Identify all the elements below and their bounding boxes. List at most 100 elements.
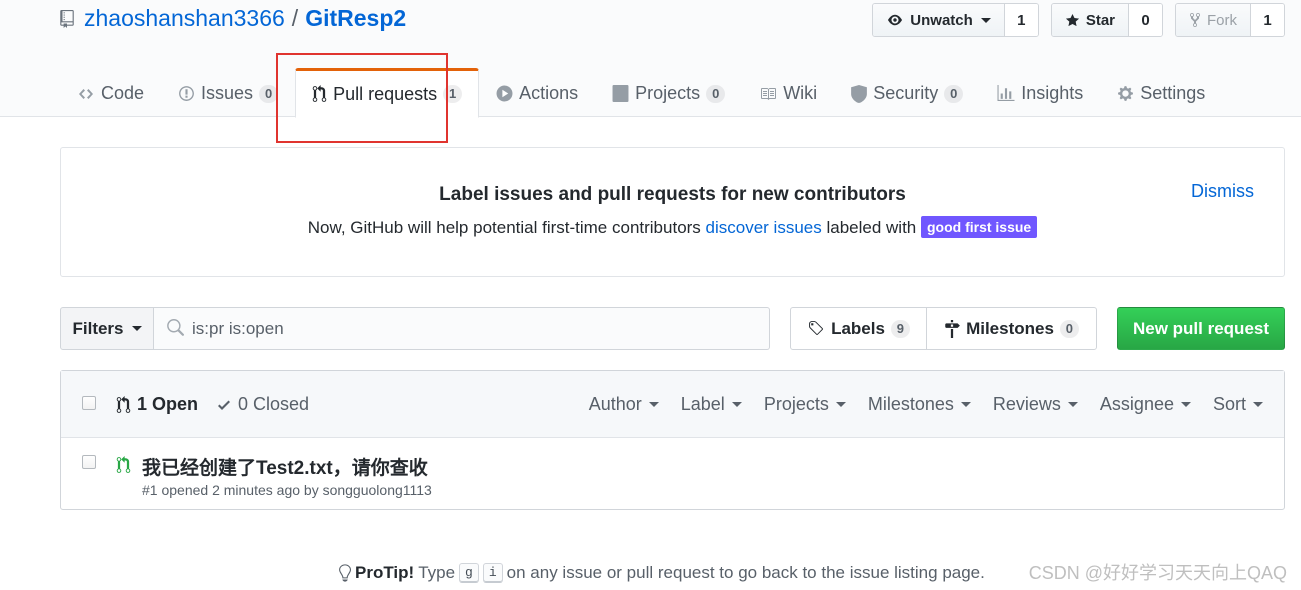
fork-label: Fork	[1207, 11, 1237, 29]
milestones-filter[interactable]: Milestones	[868, 394, 971, 415]
select-all-checkbox[interactable]	[82, 396, 96, 410]
shortcut-key-i: i	[482, 563, 503, 583]
row-checkbox[interactable]	[82, 455, 96, 469]
milestones-counter: 0	[1059, 319, 1079, 338]
pulls-counter: 1	[443, 85, 463, 103]
chevron-down-icon	[835, 402, 846, 407]
tab-actions[interactable]: Actions	[479, 68, 595, 117]
reviews-filter[interactable]: Reviews	[993, 394, 1078, 415]
pull-request-meta: #1 opened 2 minutes ago by songguolong11…	[142, 482, 432, 498]
watch-group: Unwatch 1	[872, 3, 1039, 37]
tab-issues[interactable]: Issues 0	[161, 68, 295, 117]
filters-label: Filters	[72, 318, 124, 338]
chevron-down-icon	[1067, 402, 1078, 407]
pull-request-title-link[interactable]: 我已经创建了Test2.txt，请你查收	[142, 453, 428, 480]
repo-icon	[60, 9, 74, 28]
unwatch-button[interactable]: Unwatch	[873, 4, 1005, 36]
tab-insights-label: Insights	[1021, 83, 1084, 103]
closed-count: 0 Closed	[238, 394, 310, 414]
new-pull-request-button[interactable]: New pull request	[1117, 307, 1285, 350]
tab-settings[interactable]: Settings	[1100, 68, 1222, 117]
code-icon	[79, 88, 93, 99]
search-icon	[167, 319, 184, 336]
issue-opened-icon	[179, 86, 194, 101]
tab-projects-label: Projects	[635, 83, 701, 103]
search-wrapper	[154, 307, 770, 350]
closed-filter[interactable]: 0 Closed	[216, 394, 309, 415]
labels-counter: 9	[890, 319, 910, 338]
milestones-link[interactable]: Milestones 0	[927, 308, 1096, 349]
star-label: Star	[1085, 11, 1115, 29]
assignee-filter[interactable]: Assignee	[1100, 394, 1191, 415]
sort-filter[interactable]: Sort	[1213, 394, 1263, 415]
milestone-icon	[945, 319, 960, 338]
projects-filter-label: Projects	[763, 394, 829, 414]
pull-request-list: 1 Open 0 Closed Author Label Projects Mi…	[60, 370, 1285, 510]
tab-wiki[interactable]: Wiki	[742, 68, 834, 117]
tab-security[interactable]: Security 0	[834, 68, 980, 117]
tab-issues-label: Issues	[201, 83, 254, 103]
discover-issues-link[interactable]: discover issues	[706, 218, 822, 237]
chevron-down-icon	[1180, 402, 1191, 407]
gear-icon	[1118, 86, 1134, 101]
chevron-down-icon	[648, 402, 659, 407]
banner-text-after: labeled with	[821, 218, 921, 237]
repo-header: zhaoshanshan3366 / GitResp2 Unwatch 1 St…	[0, 0, 1301, 118]
book-icon	[761, 87, 777, 100]
tab-code[interactable]: Code	[60, 68, 161, 117]
open-pull-request-icon	[116, 456, 131, 473]
filters-button[interactable]: Filters	[60, 307, 154, 350]
label-filter[interactable]: Label	[681, 394, 742, 415]
chevron-down-icon	[731, 402, 742, 407]
watchers-count[interactable]: 1	[1004, 4, 1038, 36]
banner-text-before: Now, GitHub will help potential first-ti…	[307, 218, 706, 237]
repo-name-link[interactable]: GitResp2	[305, 5, 406, 32]
star-button[interactable]: Star	[1051, 4, 1129, 36]
tab-insights[interactable]: Insights	[980, 68, 1100, 117]
repo-separator: /	[291, 5, 299, 31]
stars-count[interactable]: 0	[1129, 4, 1162, 36]
author-filter[interactable]: Author	[589, 394, 659, 415]
tab-pull-requests[interactable]: Pull requests 1	[295, 68, 480, 118]
repo-owner-link[interactable]: zhaoshanshan3366	[84, 5, 285, 32]
fork-button[interactable]: Fork	[1176, 4, 1251, 36]
contributor-banner: Label issues and pull requests for new c…	[60, 147, 1285, 277]
chevron-down-icon	[960, 402, 971, 407]
open-filter[interactable]: 1 Open	[116, 394, 198, 415]
tab-code-label: Code	[101, 83, 145, 103]
chevron-down-icon	[131, 326, 142, 331]
chevron-down-icon	[980, 17, 991, 23]
state-toggle: 1 Open 0 Closed	[116, 394, 309, 415]
pagehead-actions: Unwatch 1 Star 0 Fork 1	[872, 3, 1285, 37]
good-first-issue-label[interactable]: good first issue	[920, 216, 1038, 238]
projects-filter[interactable]: Projects	[764, 394, 846, 415]
protip-after: on any issue or pull request to go back …	[506, 563, 985, 582]
shortcut-key-g: g	[459, 563, 479, 583]
open-count: 1 Open	[137, 394, 199, 414]
assignee-filter-label: Assignee	[1099, 394, 1174, 414]
protip-before: Type	[418, 563, 456, 582]
author-filter-label: Author	[588, 394, 642, 414]
light-bulb-icon	[339, 564, 351, 582]
banner-text: Now, GitHub will help potential first-ti…	[61, 216, 1284, 238]
tab-settings-label: Settings	[1140, 83, 1206, 103]
search-input[interactable]	[154, 308, 769, 349]
unwatch-label: Unwatch	[910, 11, 973, 29]
chevron-down-icon	[1253, 402, 1263, 407]
project-icon	[612, 85, 629, 102]
tab-projects[interactable]: Projects 0	[595, 68, 742, 117]
projects-counter: 0	[706, 84, 726, 103]
banner-title: Label issues and pull requests for new c…	[439, 184, 906, 205]
labels-milestones-group: Labels 9 Milestones 0	[790, 307, 1097, 350]
list-item: 我已经创建了Test2.txt，请你查收 #1 opened 2 minutes…	[61, 438, 1284, 510]
dismiss-button[interactable]: Dismiss	[1191, 181, 1254, 202]
milestones-label: Milestones	[966, 318, 1054, 338]
repo-title: zhaoshanshan3366 / GitResp2	[60, 5, 406, 32]
labels-link[interactable]: Labels 9	[791, 308, 927, 349]
star-icon	[1065, 13, 1079, 26]
eye-icon	[888, 14, 903, 26]
fork-group: Fork 1	[1175, 3, 1285, 37]
git-pull-request-icon	[312, 85, 327, 102]
forks-count[interactable]: 1	[1251, 4, 1284, 36]
git-pull-request-icon	[116, 395, 131, 413]
